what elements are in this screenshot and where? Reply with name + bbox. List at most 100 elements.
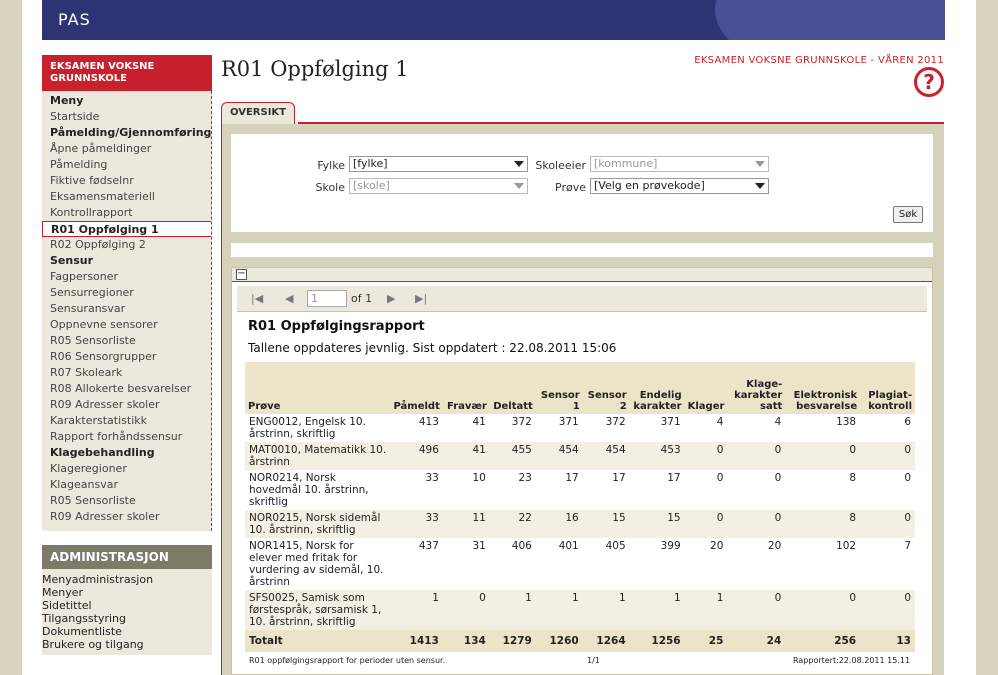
sidebar-item-items-12[interactable]: Sensurregioner bbox=[42, 285, 211, 301]
last-page-icon[interactable]: ▶| bbox=[415, 292, 427, 305]
table-cell: 16 bbox=[535, 510, 583, 538]
table-cell: 371 bbox=[558, 416, 579, 428]
total-cell: 134 bbox=[442, 630, 490, 652]
sidebar-item-items-9[interactable]: R02 Oppfølging 2 bbox=[42, 237, 211, 253]
table-cell: 6 bbox=[904, 416, 911, 428]
sidebar-item-items-20[interactable]: Karakterstatistikk bbox=[42, 413, 211, 429]
sidebar-item-items-14[interactable]: Oppnevne sensorer bbox=[42, 317, 211, 333]
table-cell: 0 bbox=[716, 472, 724, 484]
table-cell: 406 bbox=[511, 540, 532, 552]
sidebar-item-items-25[interactable]: R05 Sensorliste bbox=[42, 493, 211, 509]
column-header: Prøve bbox=[245, 362, 391, 414]
total-cell: 24 bbox=[727, 630, 786, 652]
table-cell: 8 bbox=[785, 510, 861, 538]
total-cell: 1413 bbox=[390, 630, 443, 652]
table-cell: 0 bbox=[727, 510, 786, 538]
search-button[interactable]: Søk bbox=[893, 206, 923, 223]
total-cell: 1256 bbox=[629, 630, 685, 652]
column-header: Sensor 1 bbox=[535, 362, 583, 414]
table-cell: 138 bbox=[836, 416, 857, 428]
tab-oversikt[interactable]: OVERSIKT bbox=[221, 102, 295, 124]
table-cell: 0 bbox=[774, 472, 782, 484]
sidebar-item-admin_items-3[interactable]: Tilgangsstyring bbox=[42, 612, 212, 625]
sidebar-item-items-7[interactable]: Kontrollrapport bbox=[42, 205, 211, 221]
chevron-down-icon bbox=[514, 183, 524, 189]
sidebar-item-items-18[interactable]: R08 Allokerte besvarelser bbox=[42, 381, 211, 397]
first-page-icon[interactable]: |◀ bbox=[251, 292, 263, 305]
sidebar-item-items-3[interactable]: Åpne påmeldinger bbox=[42, 141, 211, 157]
total-cell: 1264 bbox=[582, 630, 630, 652]
sidebar-item-items-24[interactable]: Klageansvar bbox=[42, 477, 211, 493]
table-cell: NOR0215, Norsk sidemål 10. årstrinn, skr… bbox=[245, 510, 391, 538]
skoleeier-label: Skoleeier bbox=[535, 159, 586, 172]
sidebar-item-items-13[interactable]: Sensuransvar bbox=[42, 301, 211, 317]
table-cell: 17 bbox=[667, 472, 681, 484]
sidebar-item-items-15[interactable]: R05 Sensorliste bbox=[42, 333, 211, 349]
page-number-input[interactable]: 1 bbox=[307, 290, 347, 307]
table-cell: 372 bbox=[511, 416, 532, 428]
table-cell: ENG0012, Engelsk 10. årstrinn, skriftlig bbox=[249, 416, 366, 440]
left-margin bbox=[0, 0, 22, 675]
fylke-select[interactable]: [fylke] bbox=[349, 156, 528, 172]
admin-header[interactable]: ADMINISTRASJON bbox=[42, 545, 212, 569]
sidebar-item-items-21[interactable]: Rapport forhåndssensur bbox=[42, 429, 211, 445]
table-cell: 1 bbox=[535, 590, 583, 630]
sidebar-item-items-11[interactable]: Fagpersoner bbox=[42, 269, 211, 285]
table-cell: 437 bbox=[418, 540, 439, 552]
table-cell: 405 bbox=[605, 540, 626, 552]
table-cell: 1 bbox=[684, 590, 728, 630]
sidebar-section-items-2: Påmelding/Gjennomføring bbox=[50, 126, 212, 139]
column-header: Klager bbox=[684, 362, 728, 414]
prove-label: Prøve bbox=[555, 181, 586, 194]
fylke-value: [fylke] bbox=[353, 157, 388, 170]
column-header: Klage-karakter satt bbox=[727, 362, 786, 414]
sidebar-item-items-19[interactable]: R09 Adresser skoler bbox=[42, 397, 211, 413]
table-cell: 33 bbox=[390, 510, 443, 538]
skoleeier-select[interactable]: [kommune] bbox=[590, 156, 769, 172]
next-page-icon[interactable]: ▶ bbox=[387, 292, 395, 305]
table-cell: 17 bbox=[612, 472, 626, 484]
table-cell: 11 bbox=[442, 510, 490, 538]
table-cell: NOR1415, Norsk for elever med fritak for… bbox=[249, 540, 384, 588]
table-cell: 4 bbox=[774, 416, 782, 428]
sidebar-item-admin_items-4[interactable]: Dokumentliste bbox=[42, 625, 212, 638]
sidebar-item-admin_items-1[interactable]: Menyer bbox=[42, 586, 212, 599]
sidebar-item-items-6[interactable]: Eksamensmateriell bbox=[42, 189, 211, 205]
column-header: Endelig karakter bbox=[629, 362, 685, 414]
sidebar-item-items-17[interactable]: R07 Skoleark bbox=[42, 365, 211, 381]
table-cell: 1 bbox=[489, 590, 536, 630]
table-cell: 15 bbox=[582, 510, 630, 538]
table-cell: 102 bbox=[836, 540, 857, 552]
skole-select[interactable]: [skole] bbox=[349, 178, 528, 194]
report-footer-right: Rapportert:22.08.2011 15.11 bbox=[793, 656, 911, 665]
sidebar-item-items-5[interactable]: Fiktive fødselnr bbox=[42, 173, 211, 189]
sidebar-item-admin_items-2[interactable]: Sidetittel bbox=[42, 599, 212, 612]
table-cell: 413 bbox=[418, 416, 439, 428]
sidebar-section-items-0: Meny bbox=[50, 94, 84, 107]
sidebar-item-items-1[interactable]: Startside bbox=[42, 109, 211, 125]
table-cell: 0 bbox=[684, 510, 728, 538]
table-cell: 31 bbox=[472, 540, 486, 552]
admin-menu: Menyadministrasjon Menyer Sidetittel Tilgan… bbox=[42, 569, 212, 655]
skoleeier-value: [kommune] bbox=[594, 157, 658, 170]
sidebar-item-items-8[interactable]: R01 Oppfølging 1 bbox=[42, 221, 211, 237]
table-cell: MAT0010, Matematikk 10. årstrinn bbox=[245, 442, 391, 470]
chevron-down-icon bbox=[514, 161, 524, 167]
column-header: Sensor 2 bbox=[582, 362, 630, 414]
prove-select[interactable]: [Velg en prøvekode] bbox=[590, 178, 769, 194]
total-cell: 1260 bbox=[535, 630, 583, 652]
report-footer-page: 1/1 bbox=[587, 656, 600, 665]
sidebar-item-items-26[interactable]: R09 Adresser skoler bbox=[42, 509, 211, 525]
table-cell: 0 bbox=[785, 442, 861, 470]
app-logo[interactable]: PAS bbox=[58, 10, 91, 29]
table-row: MAT0010, Matematikk 10. årstrinn 496 41 455… bbox=[245, 442, 915, 470]
report-toolbar: |◀ ◀ 1 of 1 ▶ ▶| bbox=[237, 286, 927, 312]
table-cell: 8 bbox=[849, 472, 857, 484]
collapse-icon[interactable]: − bbox=[236, 269, 247, 280]
sidebar-item-items-16[interactable]: R06 Sensorgrupper bbox=[42, 349, 211, 365]
sidebar-item-items-4[interactable]: Påmelding bbox=[42, 157, 211, 173]
prev-page-icon[interactable]: ◀ bbox=[285, 292, 293, 305]
help-icon[interactable]: ? bbox=[914, 67, 944, 97]
fylke-label: Fylke bbox=[317, 159, 345, 172]
sidebar-item-items-23[interactable]: Klageregioner bbox=[42, 461, 211, 477]
